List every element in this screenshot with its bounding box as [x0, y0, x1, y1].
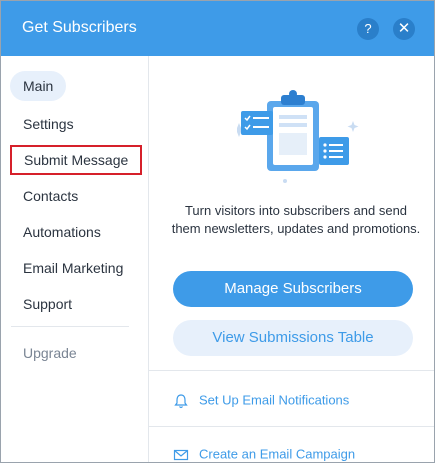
sidebar-item-email-marketing[interactable]: Email Marketing — [23, 260, 123, 276]
close-button[interactable]: ✕ — [393, 18, 415, 40]
clipboard-illustration — [237, 90, 359, 183]
sidebar-item-contacts[interactable]: Contacts — [23, 188, 78, 204]
link-label: Create an Email Campaign — [199, 446, 356, 462]
section-divider — [149, 370, 434, 371]
sidebar-item-submit-message[interactable]: Submit Message — [10, 145, 143, 175]
bell-icon — [174, 393, 188, 408]
sidebar: Main Settings Submit Message Contacts Au… — [1, 56, 149, 462]
help-button[interactable]: ? — [357, 18, 379, 40]
set-up-email-notifications-link[interactable]: Set Up Email Notifications — [173, 389, 349, 411]
envelope-icon — [173, 449, 189, 460]
manage-subscribers-button[interactable]: Manage Subscribers — [173, 271, 413, 307]
sidebar-item-settings[interactable]: Settings — [23, 116, 74, 132]
sidebar-item-support[interactable]: Support — [23, 296, 72, 312]
main-content: Turn visitors into subscribers and send … — [149, 56, 434, 462]
sidebar-item-upgrade[interactable]: Upgrade — [23, 345, 77, 361]
sidebar-divider — [11, 326, 129, 327]
sidebar-item-automations[interactable]: Automations — [23, 224, 101, 240]
sidebar-item-main[interactable]: Main — [10, 71, 67, 101]
panel-title: Get Subscribers — [22, 19, 137, 36]
section-divider — [149, 426, 434, 427]
create-email-campaign-link[interactable]: Create an Email Campaign — [173, 443, 356, 462]
description-text: Turn visitors into subscribers and send … — [171, 203, 421, 236]
view-submissions-table-button[interactable]: View Submissions Table — [173, 320, 413, 356]
get-subscribers-panel: Get Subscribers ? ✕ Main Settings Submit… — [0, 0, 435, 463]
panel-header: Get Subscribers ? ✕ — [1, 1, 434, 56]
link-label: Set Up Email Notifications — [199, 392, 350, 408]
